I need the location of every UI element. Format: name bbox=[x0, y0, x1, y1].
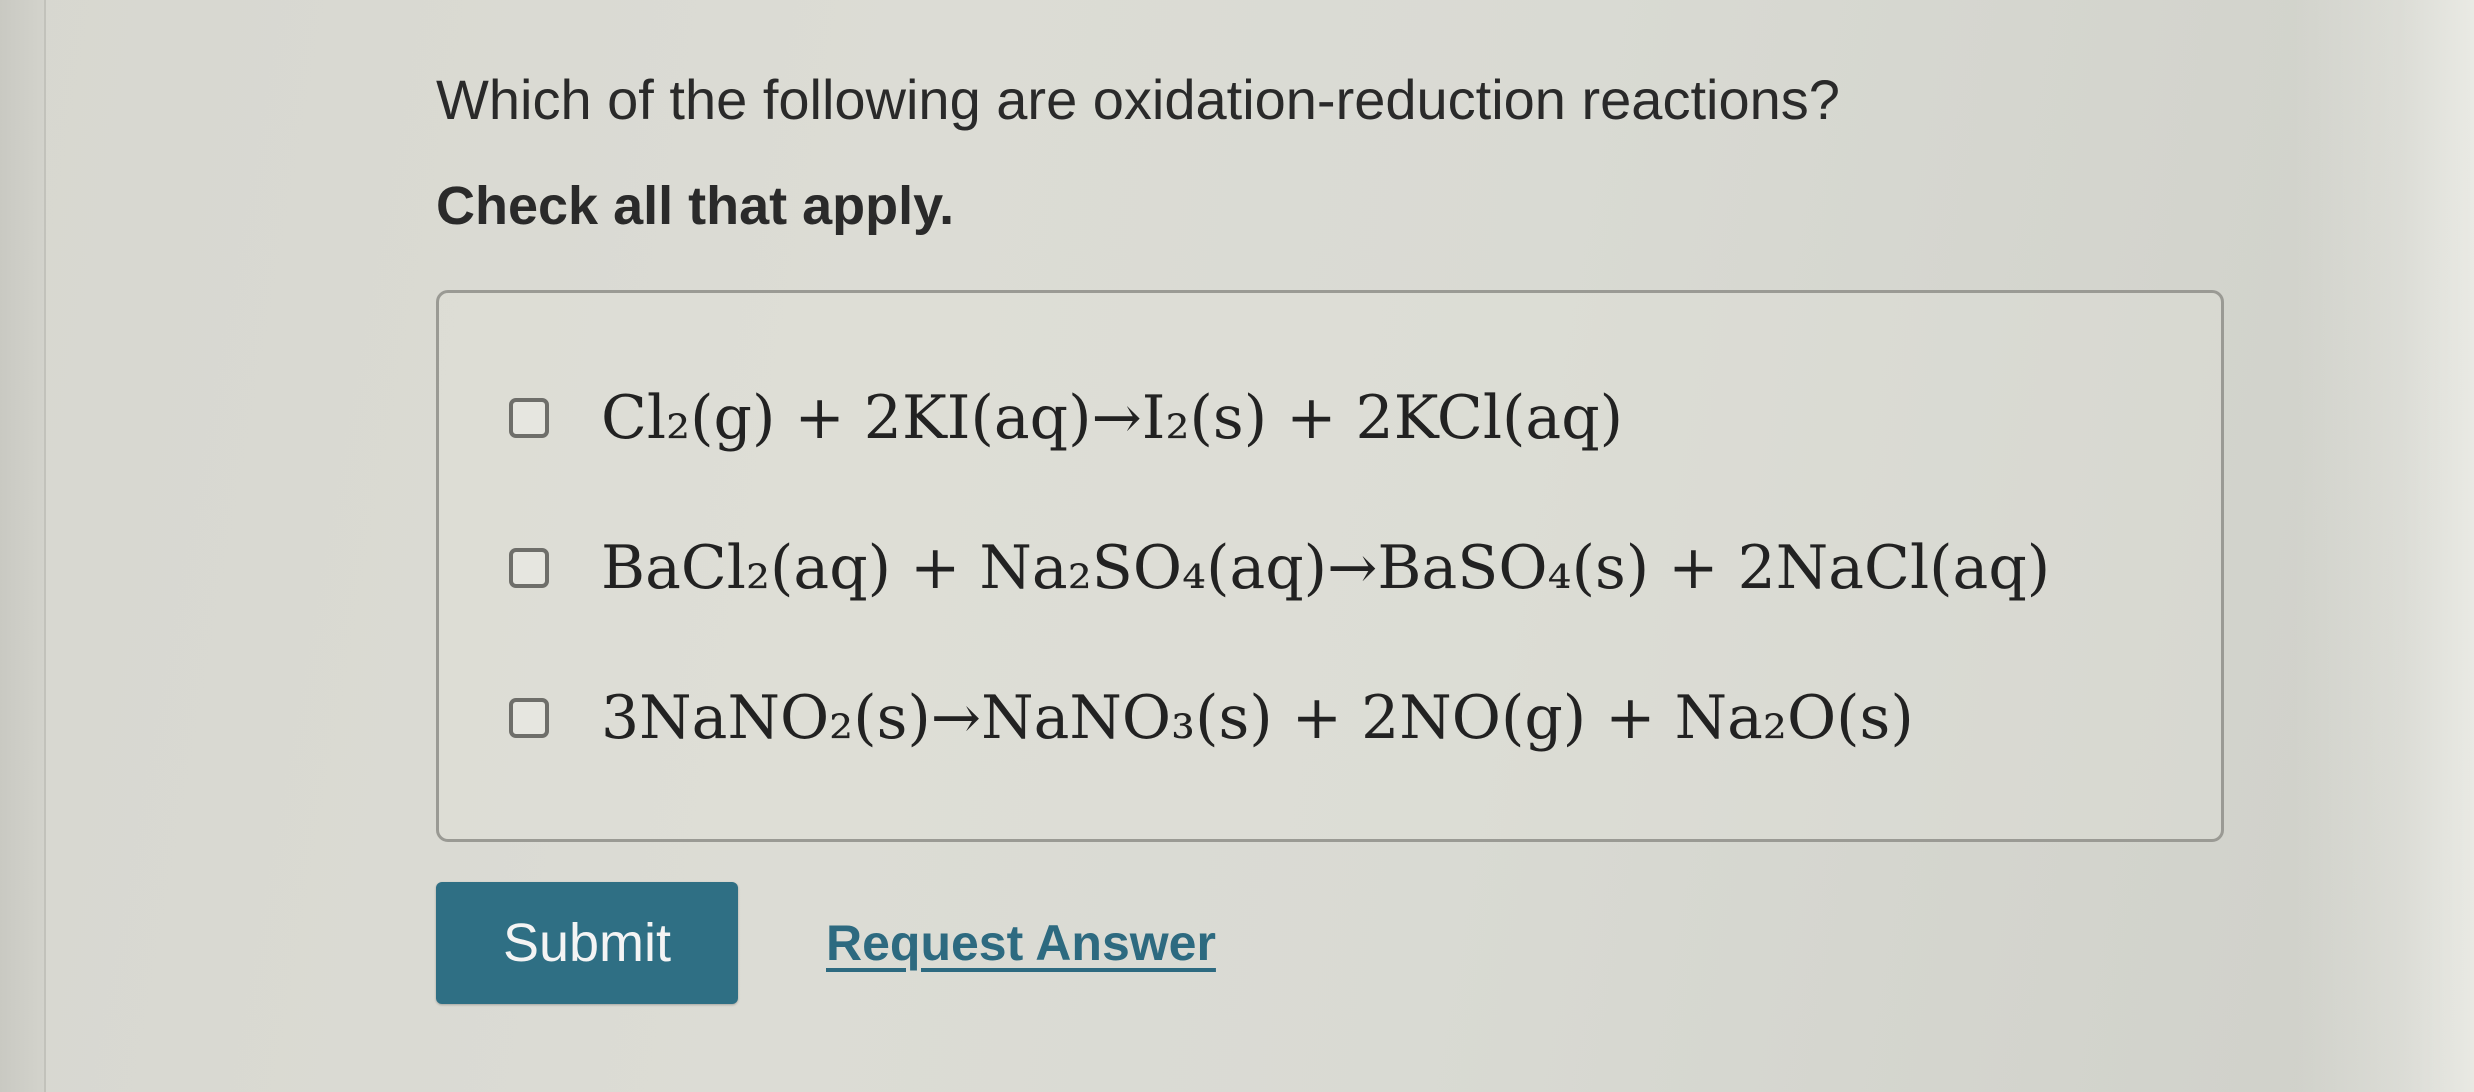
request-answer-link[interactable]: Request Answer bbox=[826, 908, 1216, 978]
option-1[interactable]: Cl₂(g) + 2KI(aq)→I₂(s) + 2KCl(aq) bbox=[509, 363, 1623, 473]
checkbox-option-2[interactable] bbox=[509, 548, 549, 588]
submit-button[interactable]: Submit bbox=[436, 882, 738, 1004]
answer-options-box: Cl₂(g) + 2KI(aq)→I₂(s) + 2KCl(aq) BaCl₂(… bbox=[436, 290, 2224, 842]
option-2[interactable]: BaCl₂(aq) + Na₂SO₄(aq)→BaSO₄(s) + 2NaCl(… bbox=[509, 513, 2050, 623]
option-3[interactable]: 3NaNO₂(s)→NaNO₃(s) + 2NO(g) + Na₂O(s) bbox=[509, 663, 1914, 773]
equation-option-1: Cl₂(g) + 2KI(aq)→I₂(s) + 2KCl(aq) bbox=[601, 383, 1624, 453]
screen-edge bbox=[0, 0, 46, 1092]
equation-option-2: BaCl₂(aq) + Na₂SO₄(aq)→BaSO₄(s) + 2NaCl(… bbox=[601, 533, 2051, 603]
instruction-text: Check all that apply. bbox=[436, 176, 955, 236]
screen-glare bbox=[2294, 0, 2474, 1092]
checkbox-option-1[interactable] bbox=[509, 398, 549, 438]
equation-option-3: 3NaNO₂(s)→NaNO₃(s) + 2NO(g) + Na₂O(s) bbox=[601, 683, 1914, 753]
question-text: Which of the following are oxidation-red… bbox=[436, 68, 1840, 131]
checkbox-option-3[interactable] bbox=[509, 698, 549, 738]
